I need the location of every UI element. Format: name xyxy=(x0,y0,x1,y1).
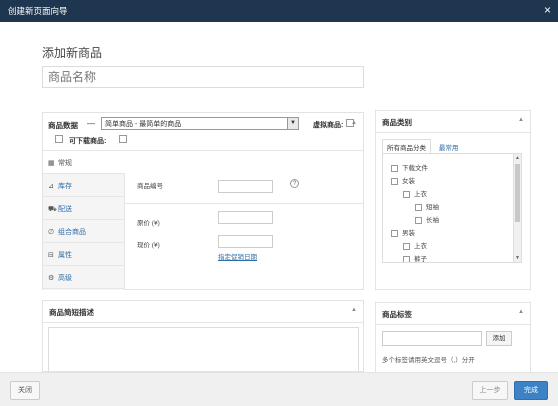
window-title: 创建新页面向导 xyxy=(8,6,68,16)
scroll-up-icon[interactable]: ▲ xyxy=(514,155,521,161)
tab-inventory[interactable]: ⊿ 库存 xyxy=(43,174,124,197)
short-description-header: 商品简短描述 ▲ xyxy=(43,301,363,323)
schedule-sale-link[interactable]: 指定促销日期 xyxy=(218,251,257,261)
general-tab-panel: 商品编号 ? 原价 (¥) 现价 (¥) 指定促销日期 xyxy=(125,151,363,290)
sku-input[interactable] xyxy=(218,180,273,193)
chart-icon: ⊿ xyxy=(48,183,54,190)
category-item[interactable]: 下载文件 xyxy=(391,162,428,172)
wizard-content: 添加新商品 商品数据 — 简单商品 - 最简单的商品 ▼ 虚拟商品: ▲ 可下载… xyxy=(0,22,558,372)
truck-icon: ⛟ xyxy=(48,206,57,213)
tab-most-used[interactable]: 最常用 xyxy=(439,142,459,152)
short-description-panel: 商品简短描述 ▲ xyxy=(42,300,364,372)
tab-linked-products[interactable]: ∅ 组合商品 xyxy=(43,220,124,243)
tags-header: 商品标签 ▲ xyxy=(376,303,530,325)
scroll-down-icon[interactable]: ▼ xyxy=(514,255,521,261)
downloadable-label: 可下载商品: xyxy=(69,138,107,145)
tab-label: 常规 xyxy=(58,160,72,167)
category-scrollbar[interactable]: ▲ ▼ xyxy=(513,154,521,262)
short-description-editor[interactable] xyxy=(48,327,359,372)
category-label: 上衣 xyxy=(414,191,427,198)
category-item[interactable]: 裤子 xyxy=(403,253,427,263)
category-item[interactable]: 上衣 xyxy=(403,188,427,198)
downloadable-checkbox[interactable] xyxy=(119,135,127,143)
category-checkbox[interactable] xyxy=(415,216,422,224)
categories-label: 商品类别 xyxy=(382,118,412,127)
category-item[interactable]: 短袖 xyxy=(415,201,439,211)
category-label: 女装 xyxy=(402,178,415,185)
short-description-label: 商品简短描述 xyxy=(49,308,94,317)
scrollbar-thumb[interactable] xyxy=(515,164,520,222)
tab-label: 高级 xyxy=(58,275,72,282)
divider xyxy=(125,203,363,204)
collapse-arrow-icon[interactable]: ▲ xyxy=(351,307,357,313)
tab-shipping[interactable]: ⛟配送 xyxy=(43,197,124,220)
category-item[interactable]: 上衣 xyxy=(403,240,427,250)
category-label: 长袖 xyxy=(426,217,439,224)
finish-button[interactable]: 完成 xyxy=(514,381,548,400)
tags-panel: 商品标签 ▲ 添加 多个标签请用英文逗号（,）分开 xyxy=(375,302,531,372)
category-item[interactable]: 男装 xyxy=(391,227,415,237)
tag-input[interactable] xyxy=(382,331,482,346)
categories-panel: 商品类别 ▲ 所有商品分类 最常用 下载文件 女装 上衣 短袖 长袖 男装 上衣… xyxy=(375,110,531,290)
list-icon: ⊟ xyxy=(48,252,54,259)
category-checkbox[interactable] xyxy=(391,164,398,172)
page-title: 添加新商品 xyxy=(42,46,103,60)
tab-label: 库存 xyxy=(58,183,72,190)
category-label: 短袖 xyxy=(426,204,439,211)
product-data-header: 商品数据 — 简单商品 - 最简单的商品 ▼ 虚拟商品: ▲ 可下载商品: xyxy=(43,113,363,151)
add-tag-button[interactable]: 添加 xyxy=(486,331,512,346)
sale-price-label: 现价 (¥) xyxy=(137,242,160,249)
tab-attributes[interactable]: ⊟ 属性 xyxy=(43,243,124,266)
gear-icon: ⚙ xyxy=(48,275,55,282)
category-checkbox[interactable] xyxy=(403,255,410,262)
close-icon[interactable]: × xyxy=(544,3,551,17)
product-data-tabs: ▦ 常规 ⊿ 库存 ⛟配送 ∅ 组合商品 ⊟ 属性 ⚙ 高级 xyxy=(43,151,125,290)
product-data-panel: 商品数据 — 简单商品 - 最简单的商品 ▼ 虚拟商品: ▲ 可下载商品: ▦ 常… xyxy=(42,112,364,290)
regular-price-input[interactable] xyxy=(218,211,273,224)
collapse-arrow-icon[interactable]: ▲ xyxy=(518,309,524,315)
previous-button[interactable]: 上一步 xyxy=(472,381,508,400)
category-label: 下载文件 xyxy=(402,165,428,172)
product-name-input[interactable] xyxy=(42,66,364,88)
category-checkbox[interactable] xyxy=(403,190,410,198)
sku-label: 商品编号 xyxy=(137,183,163,190)
tag-hint: 多个标签请用英文逗号（,）分开 xyxy=(382,357,475,364)
categories-header: 商品类别 ▲ xyxy=(376,111,530,133)
chevron-down-icon[interactable]: ▼ xyxy=(287,118,298,129)
close-button[interactable]: 关闭 xyxy=(10,381,40,400)
separator-dash: — xyxy=(87,119,95,128)
regular-price-label: 原价 (¥) xyxy=(137,220,160,227)
title-bar: 创建新页面向导 × xyxy=(0,0,558,22)
product-type-value: 简单商品 - 最简单的商品 xyxy=(105,121,182,128)
wizard-footer: 关闭 上一步 完成 xyxy=(0,372,558,406)
collapse-arrow-icon[interactable]: ▲ xyxy=(351,120,357,126)
category-checkbox[interactable] xyxy=(403,242,410,250)
link-icon: ∅ xyxy=(48,229,55,236)
collapse-arrow-icon[interactable]: ▲ xyxy=(518,117,524,123)
category-checkbox[interactable] xyxy=(391,177,398,185)
tab-general[interactable]: ▦ 常规 xyxy=(43,151,125,174)
category-item[interactable]: 女装 xyxy=(391,175,415,185)
tab-advanced[interactable]: ⚙ 高级 xyxy=(43,266,124,289)
virtual-label: 虚拟商品: xyxy=(313,122,344,129)
product-type-select[interactable]: 简单商品 - 最简单的商品 ▼ xyxy=(101,117,299,130)
downloadable-checkbox-left[interactable] xyxy=(55,135,63,143)
category-item[interactable]: 长袖 xyxy=(415,214,439,224)
tab-label: 属性 xyxy=(58,252,72,259)
product-data-label: 商品数据 xyxy=(48,121,78,130)
category-label: 男装 xyxy=(402,230,415,237)
category-checkbox[interactable] xyxy=(415,203,422,211)
tab-label: 配送 xyxy=(58,206,72,213)
category-checkbox[interactable] xyxy=(391,229,398,237)
grid-icon: ▦ xyxy=(48,160,55,167)
sale-price-input[interactable] xyxy=(218,235,273,248)
tags-label: 商品标签 xyxy=(382,310,412,319)
category-checklist: 下载文件 女装 上衣 短袖 长袖 男装 上衣 裤子 ▲ ▼ xyxy=(382,153,522,263)
tab-label: 组合商品 xyxy=(58,229,86,236)
help-icon[interactable]: ? xyxy=(290,179,299,188)
category-label: 裤子 xyxy=(414,256,427,263)
category-label: 上衣 xyxy=(414,243,427,250)
